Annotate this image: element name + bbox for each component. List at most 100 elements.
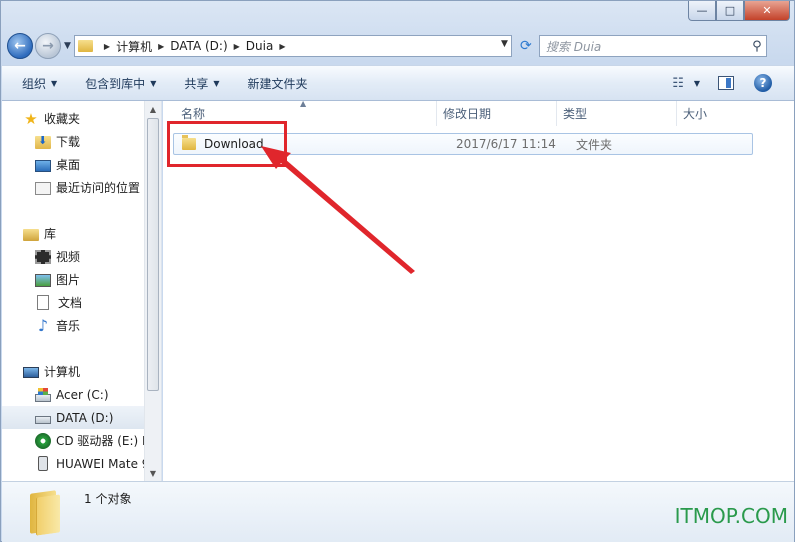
watermark: ITMOP.COM <box>674 504 788 528</box>
nav-label: 下载 <box>56 135 81 149</box>
preview-pane-icon[interactable] <box>718 76 734 90</box>
folder-icon <box>77 40 93 52</box>
column-header-type[interactable]: 类型 <box>557 101 677 126</box>
details-pane: 1 个对象 ITMOP.COM <box>2 481 794 542</box>
nav-label: 收藏夹 <box>44 112 81 126</box>
include-in-library-label: 包含到库中 <box>85 76 146 91</box>
search-input[interactable]: 搜索 Duia ⚲ <box>538 35 767 57</box>
desktop-icon <box>35 159 51 172</box>
nav-drive-c[interactable]: Acer (C:) <box>2 383 145 406</box>
command-bar: 组织 ▼ 包含到库中 ▼ 共享 ▼ 新建文件夹 ☷ ▼ ? <box>2 65 794 101</box>
system-drive-icon <box>35 387 51 402</box>
help-icon[interactable]: ? <box>754 74 772 92</box>
nav-label: CD 驱动器 (E:) H <box>56 434 152 448</box>
scroll-up-icon[interactable]: ▲ <box>145 101 161 117</box>
navigation-tree: ★ 收藏夹 下载 桌面 最近访问的位置 库 视频 图片 文档 ♪ 音乐 计算机 Ac… <box>2 107 151 475</box>
nav-label: 视频 <box>56 250 81 264</box>
new-folder-label: 新建文件夹 <box>247 76 308 91</box>
nav-label: 最近访问的位置 <box>56 181 141 195</box>
nav-pictures[interactable]: 图片 <box>2 268 145 291</box>
chevron-down-icon: ▼ <box>213 78 220 88</box>
nav-label: Acer (C:) <box>56 387 109 402</box>
breadcrumb-chevron-right-icon[interactable]: ▶ <box>279 42 285 51</box>
breadcrumb-computer[interactable]: 计算机 <box>116 38 152 55</box>
forward-button[interactable]: → <box>35 33 61 59</box>
star-icon: ★ <box>24 109 38 128</box>
downloads-folder-icon <box>35 134 51 149</box>
nav-label: 计算机 <box>44 365 81 379</box>
nav-label: 文档 <box>58 296 83 310</box>
chevron-down-icon: ▼ <box>150 78 157 88</box>
breadcrumb-chevron-right-icon[interactable]: ▶ <box>104 42 110 51</box>
pictures-icon <box>35 274 51 287</box>
nav-phone[interactable]: HUAWEI Mate 9 <box>2 452 149 475</box>
nav-downloads[interactable]: 下载 <box>2 130 145 153</box>
file-type: 文件夹 <box>576 137 613 152</box>
explorer-window: — □ ✕ ← → ▼ ▶ 计算机 ▶ DATA (D:) ▶ Duia ▶ ▼… <box>0 0 795 542</box>
file-list-pane: ▲ 名称 修改日期 类型 大小 Download 2017/6/17 11:14… <box>163 99 794 481</box>
breadcrumb-data-drive[interactable]: DATA (D:) <box>170 39 227 53</box>
share-button[interactable]: 共享 ▼ <box>184 75 219 92</box>
recent-places-icon <box>35 182 51 195</box>
close-button[interactable]: ✕ <box>744 1 790 21</box>
nav-recent-places[interactable]: 最近访问的位置 <box>2 176 145 199</box>
column-header-date[interactable]: 修改日期 <box>437 101 557 126</box>
include-in-library-button[interactable]: 包含到库中 ▼ <box>85 75 156 92</box>
column-label: 修改日期 <box>443 107 492 121</box>
nav-favorites[interactable]: ★ 收藏夹 <box>2 107 145 130</box>
nav-music[interactable]: ♪ 音乐 <box>2 314 145 337</box>
new-folder-button[interactable]: 新建文件夹 <box>248 75 308 92</box>
search-placeholder: 搜索 Duia <box>545 39 602 54</box>
nav-label: 桌面 <box>56 158 81 172</box>
refresh-button[interactable]: ⟳ <box>515 35 537 57</box>
toolbar-right: ☷ ▼ ? <box>672 74 772 92</box>
view-options-icon[interactable]: ☷ <box>672 76 684 91</box>
file-date: 2017/6/17 11:14 <box>456 137 556 151</box>
computer-icon <box>23 366 39 378</box>
minimize-button[interactable]: — <box>688 1 716 21</box>
large-folder-icon <box>26 490 62 536</box>
nav-computer[interactable]: 计算机 <box>2 360 145 383</box>
column-label: 大小 <box>683 107 708 121</box>
address-dropdown-chevron-down-icon[interactable]: ▼ <box>501 39 508 49</box>
search-icon[interactable]: ⚲ <box>748 39 766 54</box>
caption-buttons: — □ ✕ <box>688 1 790 21</box>
nav-label: DATA (D:) <box>56 410 114 425</box>
breadcrumb-chevron-right-icon[interactable]: ▶ <box>158 42 164 51</box>
nav-videos[interactable]: 视频 <box>2 245 145 268</box>
nav-cd-drive[interactable]: CD 驱动器 (E:) H <box>2 429 151 452</box>
item-count: 1 个对象 <box>84 492 132 506</box>
nav-scrollbar[interactable]: ▲ ▼ <box>144 101 161 481</box>
cd-drive-icon <box>35 432 51 449</box>
column-header-size[interactable]: 大小 <box>677 101 757 126</box>
navigation-pane: ★ 收藏夹 下载 桌面 最近访问的位置 库 视频 图片 文档 ♪ 音乐 计算机 Ac… <box>2 101 162 481</box>
nav-documents[interactable]: 文档 <box>2 291 145 314</box>
breadcrumb-chevron-right-icon[interactable]: ▶ <box>234 42 240 51</box>
nav-desktop[interactable]: 桌面 <box>2 153 145 176</box>
nav-label: HUAWEI Mate 9 <box>56 456 150 471</box>
organize-label: 组织 <box>22 76 47 91</box>
address-bar[interactable]: ▶ 计算机 ▶ DATA (D:) ▶ Duia ▶ ▼ <box>73 35 512 57</box>
nav-drive-d[interactable]: DATA (D:) <box>2 406 145 429</box>
drive-icon <box>35 416 51 424</box>
maximize-button[interactable]: □ <box>716 1 744 21</box>
scrollbar-thumb[interactable] <box>147 118 159 391</box>
document-icon <box>37 295 49 310</box>
phone-icon <box>38 456 48 471</box>
music-icon: ♪ <box>37 315 49 335</box>
address-row: ← → ▼ ▶ 计算机 ▶ DATA (D:) ▶ Duia ▶ ▼ ⟳ 搜索 … <box>7 31 790 61</box>
video-icon <box>35 250 51 264</box>
column-label: 类型 <box>563 107 588 121</box>
scroll-down-icon[interactable]: ▼ <box>145 465 161 481</box>
sort-ascending-icon: ▲ <box>300 99 307 108</box>
breadcrumb-duia[interactable]: Duia <box>246 39 274 53</box>
back-button[interactable]: ← <box>7 33 33 59</box>
recent-pages-chevron-down-icon[interactable]: ▼ <box>64 41 71 51</box>
library-icon <box>23 229 39 241</box>
organize-button[interactable]: 组织 ▼ <box>22 75 57 92</box>
nav-libraries[interactable]: 库 <box>2 222 145 245</box>
view-chevron-down-icon[interactable]: ▼ <box>694 79 700 88</box>
chevron-down-icon: ▼ <box>51 78 58 88</box>
